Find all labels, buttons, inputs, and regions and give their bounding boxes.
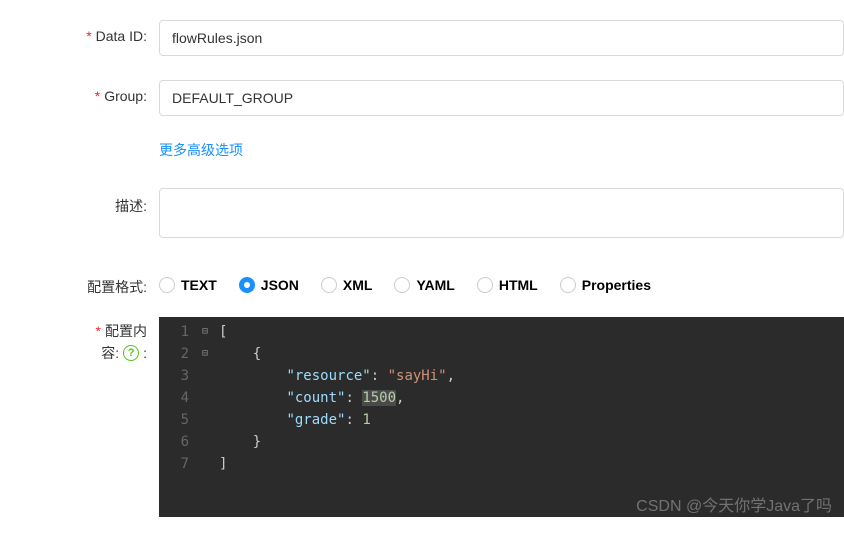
description-input[interactable] <box>159 188 844 238</box>
radio-circle-icon <box>560 277 576 293</box>
line-number: 7 <box>159 453 197 475</box>
config-format-label: 配置格式: <box>0 269 155 297</box>
line-number: 5 <box>159 409 197 431</box>
radio-circle-icon <box>477 277 493 293</box>
fold-toggle-icon[interactable]: ⊟ <box>197 343 213 365</box>
config-content-editor[interactable]: 1⊟[2⊟ {3 "resource": "sayHi",4 "count": … <box>159 317 844 517</box>
config-format-radio-group: TEXT JSON XML YAML HTML Properties <box>159 269 844 293</box>
data-id-input[interactable] <box>159 20 844 56</box>
radio-circle-icon <box>239 277 255 293</box>
group-label: *Group: <box>0 80 155 104</box>
group-input[interactable] <box>159 80 844 116</box>
description-label: 描述: <box>0 188 155 216</box>
help-icon[interactable]: ? <box>123 345 139 361</box>
code-line: 6 } <box>159 431 844 453</box>
code-line: 1⊟[ <box>159 321 844 343</box>
radio-properties[interactable]: Properties <box>560 277 651 293</box>
radio-circle-icon <box>321 277 337 293</box>
code-text: ] <box>213 453 227 475</box>
data-id-label: *Data ID: <box>0 20 155 44</box>
radio-label: JSON <box>261 277 299 293</box>
radio-text[interactable]: TEXT <box>159 277 217 293</box>
config-content-label: *配置内 容: ? : <box>0 317 155 363</box>
line-number: 6 <box>159 431 197 453</box>
code-line: 2⊟ { <box>159 343 844 365</box>
required-marker: * <box>95 88 100 104</box>
code-text: { <box>213 343 261 365</box>
required-marker: * <box>96 323 101 339</box>
radio-label: Properties <box>582 277 651 293</box>
code-text: "count": 1500, <box>213 387 404 409</box>
line-number: 2 <box>159 343 197 365</box>
radio-label: YAML <box>416 277 454 293</box>
radio-circle-icon <box>394 277 410 293</box>
code-text: "grade": 1 <box>213 409 371 431</box>
code-text: } <box>213 431 261 453</box>
radio-html[interactable]: HTML <box>477 277 538 293</box>
radio-json[interactable]: JSON <box>239 277 299 293</box>
code-text: [ <box>213 321 227 343</box>
radio-label: XML <box>343 277 373 293</box>
config-content-row: *配置内 容: ? : 1⊟[2⊟ {3 "resource": "sayHi"… <box>0 317 844 517</box>
more-options-row: 更多高级选项 <box>0 140 844 160</box>
radio-label: HTML <box>499 277 538 293</box>
config-format-row: 配置格式: TEXT JSON XML YAML HTML Properties <box>0 269 844 297</box>
code-line: 4 "count": 1500, <box>159 387 844 409</box>
line-number: 3 <box>159 365 197 387</box>
radio-label: TEXT <box>181 277 217 293</box>
group-row: *Group: <box>0 80 844 116</box>
radio-yaml[interactable]: YAML <box>394 277 454 293</box>
radio-xml[interactable]: XML <box>321 277 373 293</box>
fold-toggle-icon[interactable]: ⊟ <box>197 321 213 343</box>
line-number: 1 <box>159 321 197 343</box>
code-line: 5 "grade": 1 <box>159 409 844 431</box>
line-number: 4 <box>159 387 197 409</box>
description-row: 描述: <box>0 188 844 241</box>
code-line: 3 "resource": "sayHi", <box>159 365 844 387</box>
code-text: "resource": "sayHi", <box>213 365 455 387</box>
more-options-link[interactable]: 更多高级选项 <box>159 140 243 160</box>
required-marker: * <box>86 28 91 44</box>
data-id-row: *Data ID: <box>0 20 844 56</box>
code-line: 7] <box>159 453 844 475</box>
radio-circle-icon <box>159 277 175 293</box>
